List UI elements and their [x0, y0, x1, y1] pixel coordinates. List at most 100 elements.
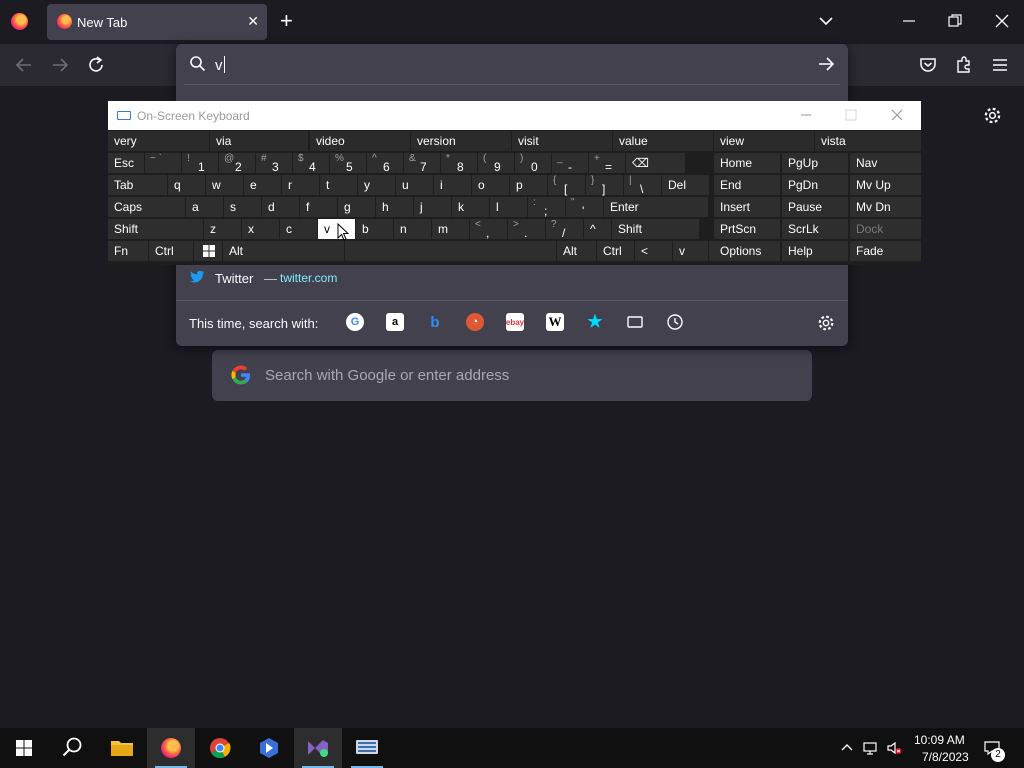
key-5[interactable]: % 5: [330, 153, 366, 174]
key-slash[interactable]: /?: [546, 219, 583, 240]
key-backslash[interactable]: \ |: [624, 175, 661, 196]
key-f[interactable]: f: [300, 197, 337, 217]
key-up-arrow[interactable]: ^: [584, 219, 611, 239]
key-home[interactable]: Home: [714, 153, 780, 173]
key-d[interactable]: d: [262, 197, 299, 217]
hamburger-menu-icon[interactable]: [990, 55, 1010, 75]
history-icon[interactable]: [666, 313, 684, 331]
key-scrlk[interactable]: ScrLk: [782, 219, 848, 239]
back-arrow-icon[interactable]: [14, 55, 34, 75]
chevron-up-icon[interactable]: [839, 740, 855, 756]
newtab-search-box[interactable]: Search with Google or enter address: [212, 350, 812, 401]
key-z[interactable]: z: [204, 219, 241, 239]
key-tab[interactable]: Tab: [108, 175, 167, 195]
key-pause[interactable]: Pause: [782, 197, 848, 217]
key-quote[interactable]: ' ": [566, 197, 603, 218]
key-1[interactable]: ! 1: [182, 153, 218, 174]
google-icon[interactable]: G: [346, 313, 364, 331]
key-r[interactable]: r: [282, 175, 319, 195]
taskbar-visual-studio[interactable]: [294, 728, 342, 768]
key-end[interactable]: End: [714, 175, 780, 195]
key-i[interactable]: i: [434, 175, 471, 195]
key-6[interactable]: ^ 6: [367, 153, 403, 174]
windows-start-icon[interactable]: [0, 728, 48, 768]
key-n[interactable]: n: [394, 219, 431, 239]
key-9[interactable]: (9: [478, 153, 514, 174]
power-automate-icon[interactable]: [245, 728, 293, 768]
bing-icon[interactable]: b: [426, 313, 444, 331]
ebay-icon[interactable]: ebay: [506, 313, 524, 331]
key-3[interactable]: #3: [256, 153, 292, 174]
key-mv-dn[interactable]: Mv Dn: [850, 197, 921, 217]
forward-arrow-icon[interactable]: [50, 55, 70, 75]
prediction-vista[interactable]: vista: [815, 131, 921, 151]
key-space[interactable]: [345, 241, 556, 261]
key-enter[interactable]: Enter: [604, 197, 708, 217]
key-2[interactable]: @2: [219, 153, 255, 174]
key--[interactable]: _ -: [552, 153, 588, 174]
prediction-view[interactable]: view: [714, 131, 814, 151]
close-window-icon[interactable]: [994, 12, 1010, 30]
key-help[interactable]: Help: [782, 241, 848, 261]
close-window-icon[interactable]: [890, 108, 904, 122]
key-down-arrow[interactable]: v: [673, 241, 708, 261]
key-k[interactable]: k: [452, 197, 489, 217]
key-8[interactable]: * 8: [441, 153, 477, 174]
osk-title-bar[interactable]: On-Screen Keyboard: [108, 101, 921, 130]
extensions-icon[interactable]: [954, 55, 974, 75]
prediction-visit[interactable]: visit: [512, 131, 612, 151]
tab-close-button[interactable]: ✕: [247, 13, 259, 29]
network-icon[interactable]: [863, 740, 879, 756]
key-p[interactable]: p: [510, 175, 547, 195]
key-shift-right[interactable]: Shift: [612, 219, 699, 239]
key-backtick[interactable]: ~ `: [145, 153, 181, 173]
prediction-very[interactable]: very: [108, 131, 209, 151]
key-mv-up[interactable]: Mv Up: [850, 175, 921, 195]
key-ctrl[interactable]: Ctrl: [597, 241, 634, 261]
clock-time[interactable]: 10:09 AM: [914, 733, 965, 747]
key-h[interactable]: h: [376, 197, 413, 217]
key-w[interactable]: w: [206, 175, 243, 195]
urlbar-input[interactable]: v: [176, 44, 848, 84]
key-options[interactable]: Options: [714, 241, 780, 261]
key-t[interactable]: t: [320, 175, 357, 195]
key-][interactable]: ]}: [586, 175, 623, 196]
file-explorer-icon[interactable]: [98, 728, 146, 768]
key-period[interactable]: . >: [508, 219, 545, 240]
prediction-value[interactable]: value: [613, 131, 713, 151]
key-0[interactable]: ) 0: [515, 153, 551, 174]
key-m[interactable]: m: [432, 219, 469, 239]
maximize-window-icon[interactable]: [844, 108, 858, 122]
key-del[interactable]: Del: [662, 175, 709, 195]
key-j[interactable]: j: [414, 197, 451, 217]
minimize-window-icon[interactable]: [799, 108, 813, 122]
key-semicolon[interactable]: ;:: [528, 197, 565, 218]
key-nav[interactable]: Nav: [850, 153, 921, 173]
key-o[interactable]: o: [472, 175, 509, 195]
key-prtscn[interactable]: PrtScn: [714, 219, 780, 239]
key-q[interactable]: q: [168, 175, 205, 195]
tabs-icon[interactable]: [626, 313, 644, 331]
key-fade[interactable]: Fade: [850, 241, 921, 261]
key-x[interactable]: x: [242, 219, 279, 239]
key-=[interactable]: + =: [589, 153, 625, 174]
minimize-window-icon[interactable]: [902, 12, 916, 30]
firefox-view-icon[interactable]: [11, 13, 28, 30]
search-icon[interactable]: [48, 728, 96, 768]
amazon-icon[interactable]: a: [386, 313, 404, 331]
key-caps[interactable]: Caps: [108, 197, 185, 217]
restore-window-icon[interactable]: [948, 14, 962, 28]
key-b[interactable]: b: [356, 219, 393, 239]
key-4[interactable]: $4: [293, 153, 329, 174]
gear-icon[interactable]: [983, 106, 1002, 125]
key-s[interactable]: s: [224, 197, 261, 217]
prediction-video[interactable]: video: [310, 131, 410, 151]
key-esc[interactable]: Esc: [108, 153, 144, 173]
key-y[interactable]: y: [358, 175, 395, 195]
key-[[interactable]: [{: [548, 175, 585, 196]
windows-icon[interactable]: [194, 241, 222, 261]
volume-muted-icon[interactable]: [886, 740, 902, 756]
taskbar-firefox[interactable]: [147, 728, 195, 768]
prediction-version[interactable]: version: [411, 131, 511, 151]
prediction-via[interactable]: via: [210, 131, 308, 151]
